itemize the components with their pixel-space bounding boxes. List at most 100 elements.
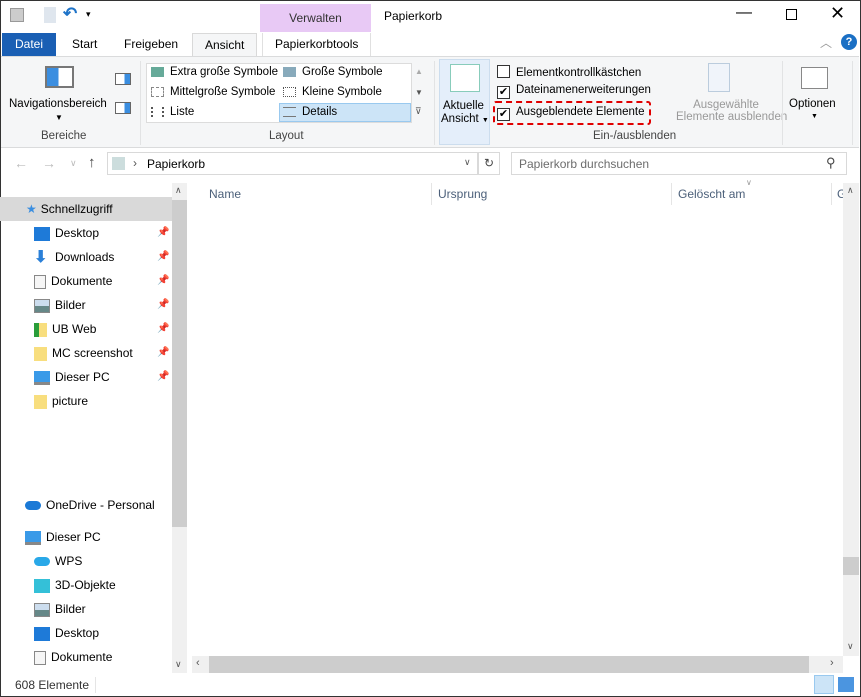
back-button[interactable]: ← <box>14 155 28 171</box>
details-view-button[interactable] <box>814 675 834 694</box>
scroll-left-icon: ‹ <box>196 657 200 669</box>
nav-item-3d-objects[interactable]: 3D-Objekte <box>34 573 116 597</box>
tab-ansicht[interactable]: Ansicht <box>192 33 257 56</box>
nav-item-this-pc-pinned[interactable]: Dieser PC <box>34 365 110 389</box>
cube-icon <box>34 578 50 593</box>
document-icon <box>34 274 46 289</box>
chevron-down-icon: ▼ <box>55 113 63 122</box>
properties-icon[interactable] <box>44 7 56 23</box>
pictures-icon <box>34 602 50 617</box>
checkbox[interactable] <box>497 65 510 78</box>
pictures-icon <box>34 298 50 313</box>
desktop-icon <box>34 226 50 241</box>
hide-selected-button[interactable]: Ausgewählte Elemente ausblenden <box>676 99 787 123</box>
nav-item-picture[interactable]: picture <box>34 389 88 413</box>
options-button[interactable]: Optionen <box>789 98 836 110</box>
nav-item-desktop[interactable]: Desktop <box>34 221 99 245</box>
pin-icon[interactable]: 📌 <box>157 299 169 310</box>
folder-synced-icon <box>34 322 47 337</box>
checkbox-item-checkboxes[interactable]: Elementkontrollkästchen <box>497 63 641 79</box>
group-label-layout: Layout <box>269 130 304 142</box>
up-button[interactable]: ↑ <box>88 154 96 171</box>
context-tab-verwalten: Verwalten <box>260 4 371 32</box>
undo-icon[interactable]: ↶ <box>63 4 77 24</box>
preview-pane-icon[interactable] <box>115 73 131 85</box>
pin-icon[interactable]: 📌 <box>157 323 169 334</box>
gallery-scroll-up-icon[interactable]: ▲ <box>415 67 423 76</box>
layout-extra-large[interactable]: Extra große Symbole <box>151 66 278 78</box>
navigation-pane: ★ Schnellzugriff Desktop 📌 ⬇ Downloads 📌 Dok… <box>0 183 172 673</box>
layout-details-selected[interactable]: Details <box>279 103 411 122</box>
computer-icon <box>25 530 41 545</box>
checkbox[interactable]: ✔ <box>497 86 510 99</box>
close-button[interactable]: ✕ <box>830 3 845 24</box>
address-bar[interactable]: › Papierkorb ∨ <box>107 152 478 175</box>
column-header-origin[interactable]: Ursprung <box>438 187 487 201</box>
tab-papierkorbtools[interactable]: Papierkorbtools <box>262 33 372 56</box>
gallery-expand-icon[interactable]: ⊽ <box>415 106 422 117</box>
content-vertical-scrollbar[interactable]: ∧ ∨ <box>843 183 859 656</box>
sort-descending-icon: ∨ <box>746 178 752 187</box>
nav-item-this-pc[interactable]: Dieser PC <box>25 525 101 549</box>
pin-icon[interactable]: 📌 <box>157 251 169 262</box>
navigation-pane-button[interactable]: Navigationsbereich <box>9 98 107 110</box>
checkbox[interactable]: ✔ <box>497 108 510 121</box>
forward-button[interactable]: → <box>42 155 56 171</box>
nav-item-quick-access[interactable]: ★ Schnellzugriff <box>0 197 172 221</box>
scroll-down-icon: ∨ <box>847 641 854 651</box>
address-history-dropdown[interactable]: ∨ <box>464 157 471 168</box>
layout-large[interactable]: Große Symbole <box>283 66 383 78</box>
nav-item-wps[interactable]: WPS <box>34 549 82 573</box>
gallery-scroll-down-icon[interactable]: ▼ <box>415 88 423 97</box>
checkbox-file-extensions[interactable]: ✔ Dateinamenerweiterungen <box>497 84 651 99</box>
maximize-button[interactable] <box>786 9 797 20</box>
current-view-button[interactable]: Aktuelle Ansicht ▼ <box>439 59 490 145</box>
tab-start[interactable]: Start <box>60 33 109 56</box>
minimize-button[interactable]: — <box>736 4 752 22</box>
computer-icon <box>34 370 50 385</box>
refresh-button[interactable]: ↻ <box>478 152 500 175</box>
search-input[interactable]: Papierkorb durchsuchen ⚲ <box>511 152 847 175</box>
customize-quick-access-icon[interactable]: ▾ <box>86 9 91 20</box>
scrollbar-thumb[interactable] <box>843 557 859 575</box>
pin-icon[interactable]: 📌 <box>157 275 169 286</box>
column-header-name[interactable]: Name <box>209 187 241 201</box>
nav-scrollbar[interactable]: ∧ ∨ <box>172 183 187 673</box>
nav-item-pictures[interactable]: Bilder <box>34 293 86 317</box>
pin-icon[interactable]: 📌 <box>157 227 169 238</box>
nav-item-downloads[interactable]: ⬇ Downloads <box>34 245 114 269</box>
scrollbar-thumb[interactable] <box>172 200 187 527</box>
ribbon: Navigationsbereich ▼ Bereiche Extra groß… <box>1 56 859 148</box>
layout-list[interactable]: Liste <box>151 106 194 118</box>
help-icon[interactable]: ? <box>841 34 857 50</box>
tab-freigeben[interactable]: Freigeben <box>112 33 190 56</box>
large-icons-view-button[interactable] <box>838 677 854 692</box>
checkbox-hidden-items[interactable]: ✔ Ausgeblendete Elemente <box>497 106 645 121</box>
nav-item-ub-web[interactable]: UB Web <box>34 317 96 341</box>
layout-medium[interactable]: Mittelgroße Symbole <box>151 86 275 98</box>
group-label-bereiche: Bereiche <box>41 130 87 142</box>
group-label-show-hide: Ein-/ausblenden <box>593 130 677 142</box>
content-horizontal-scrollbar[interactable]: ‹ › <box>192 656 843 673</box>
scroll-down-icon: ∨ <box>175 659 182 669</box>
details-pane-icon[interactable] <box>115 102 131 114</box>
nav-item-mc-screenshot[interactable]: MC screenshot <box>34 341 133 365</box>
column-header-deleted-date[interactable]: Gelöscht am <box>678 187 745 201</box>
scroll-up-icon: ∧ <box>847 185 854 195</box>
navigation-pane-icon[interactable] <box>45 66 74 88</box>
nav-item-documents-pc[interactable]: Dokumente <box>34 645 112 669</box>
layout-small[interactable]: Kleine Symbole <box>283 86 382 98</box>
scroll-right-icon: › <box>830 657 834 669</box>
scrollbar-thumb[interactable] <box>209 656 809 673</box>
nav-item-desktop-pc[interactable]: Desktop <box>34 621 99 645</box>
nav-item-pictures-pc[interactable]: Bilder <box>34 597 86 621</box>
tab-datei[interactable]: Datei <box>2 33 56 56</box>
breadcrumb-papierkorb[interactable]: Papierkorb <box>147 157 205 171</box>
pin-icon[interactable]: 📌 <box>157 347 169 358</box>
nav-item-documents[interactable]: Dokumente <box>34 269 112 293</box>
nav-item-onedrive[interactable]: OneDrive - Personal <box>25 493 155 517</box>
recent-locations-button[interactable]: ∨ <box>70 158 77 169</box>
cloud-icon <box>34 557 50 567</box>
collapse-ribbon-icon[interactable]: ︿ <box>820 34 832 51</box>
pin-icon[interactable]: 📌 <box>157 371 169 382</box>
